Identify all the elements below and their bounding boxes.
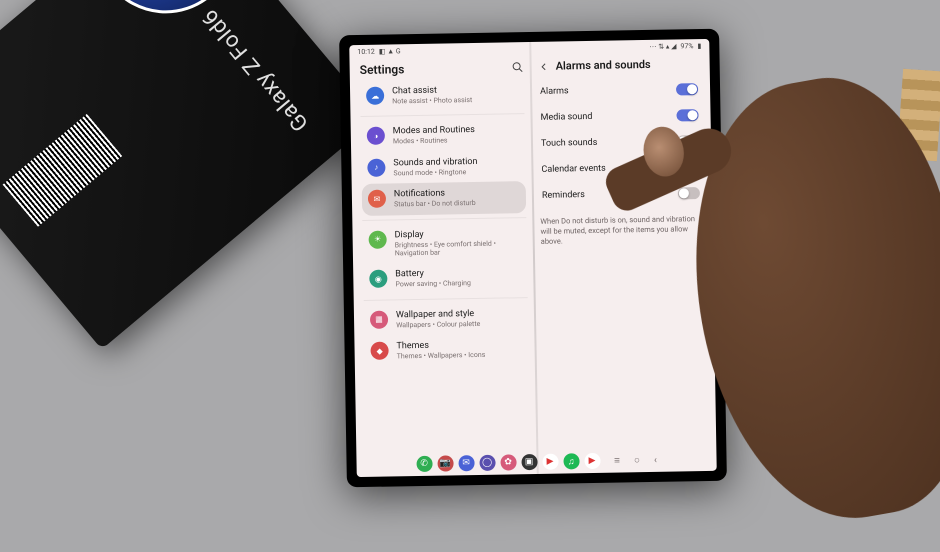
- toggle-switch[interactable]: [678, 187, 700, 199]
- battery-icon: ▮: [697, 42, 701, 50]
- settings-item-modes-and-routines[interactable]: ◑ Modes and Routines Modes • Routines: [361, 119, 526, 153]
- barcode: [3, 114, 123, 227]
- detail-title: Alarms and sounds: [556, 58, 651, 73]
- settings-item-display[interactable]: ☀ Display Brightness • Eye comfort shiel…: [362, 222, 527, 265]
- settings-pane: Settings ☁ Chat assist Note assist • Pho…: [350, 56, 537, 453]
- back-icon[interactable]: [538, 60, 550, 72]
- product-box: Galaxy Z Fold6: [0, 0, 378, 349]
- tablet-frame: 10:12 ◧ ▲ G ⋯ ⇅ ▴ ◢ 97% ▮ Settings ☁: [339, 29, 727, 488]
- product-brand-text: Galaxy Z Fold6: [197, 4, 313, 136]
- clock: 10:12: [357, 48, 375, 56]
- settings-item-icon: ✉: [368, 190, 386, 208]
- search-icon[interactable]: [512, 61, 524, 73]
- nav-home[interactable]: ○: [634, 455, 640, 466]
- settings-item-sounds-and-vibration[interactable]: ♪ Sounds and vibration Sound mode • Ring…: [361, 150, 526, 184]
- settings-item-title: Battery: [395, 268, 471, 279]
- settings-item-title: Notifications: [394, 188, 476, 199]
- status-icons-right: ⋯ ⇅ ▴ ◢: [649, 42, 676, 50]
- toggle-label: Alarms: [540, 86, 569, 96]
- settings-item-icon: ◆: [370, 342, 388, 360]
- helper-text: When Do not disturb is on, sound and vib…: [540, 214, 703, 247]
- chat-assist-icon: ☁: [366, 87, 384, 105]
- toggle-label: Touch sounds: [541, 138, 598, 149]
- settings-item-notifications[interactable]: ✉ Notifications Status bar • Do not dist…: [362, 181, 527, 215]
- settings-item-title: Themes: [396, 340, 485, 352]
- battery-pct: 97%: [680, 42, 693, 50]
- toggle-switch[interactable]: [676, 83, 698, 95]
- settings-item-chat-assist[interactable]: ☁ Chat assist Note assist • Photo assist: [360, 78, 525, 112]
- settings-item-icon: ♪: [367, 158, 385, 176]
- detail-pane: Alarms and sounds Alarms Media sound Tou…: [529, 53, 716, 450]
- screen: 10:12 ◧ ▲ G ⋯ ⇅ ▴ ◢ 97% ▮ Settings ☁: [349, 39, 716, 477]
- chat-assist-subtitle: Note assist • Photo assist: [392, 96, 472, 106]
- toggle-row-media-sound[interactable]: Media sound: [538, 102, 700, 131]
- settings-item-title: Modes and Routines: [393, 125, 475, 136]
- dock-app-play[interactable]: ▶: [584, 453, 600, 469]
- settings-item-icon: ◑: [367, 127, 385, 145]
- toggle-label: Media sound: [540, 112, 592, 123]
- settings-item-subtitle: Brightness • Eye comfort shield • Naviga…: [395, 239, 521, 258]
- dock-app-camera[interactable]: 📷: [437, 455, 453, 471]
- dock-app-messages[interactable]: ✉: [458, 455, 474, 471]
- settings-item-title: Wallpaper and style: [396, 309, 480, 320]
- settings-item-subtitle: Wallpapers • Colour palette: [396, 320, 480, 330]
- status-icons-left: ◧ ▲ G: [379, 47, 401, 55]
- chat-assist-title: Chat assist: [392, 85, 472, 96]
- settings-item-themes[interactable]: ◆ Themes Themes • Wallpapers • Icons: [364, 333, 529, 367]
- settings-item-title: Sounds and vibration: [393, 157, 477, 168]
- settings-item-subtitle: Themes • Wallpapers • Icons: [397, 351, 486, 361]
- settings-title: Settings: [360, 62, 405, 77]
- dock-app-internet[interactable]: ◯: [479, 455, 495, 471]
- divider: [361, 114, 525, 118]
- toggle-switch[interactable]: [676, 109, 698, 121]
- settings-item-battery[interactable]: ◉ Battery Power saving • Charging: [363, 261, 528, 295]
- dock-app-spotify[interactable]: ♫: [563, 453, 579, 469]
- dock-app-store[interactable]: ▣: [521, 454, 537, 470]
- settings-item-subtitle: Sound mode • Ringtone: [393, 168, 477, 178]
- divider: [362, 217, 526, 221]
- dock-app-phone[interactable]: ✆: [416, 456, 432, 472]
- nav-recent[interactable]: ≡: [614, 455, 620, 466]
- dock-app-youtube[interactable]: ▶: [542, 454, 558, 470]
- toggle-label: Calendar events: [541, 164, 605, 175]
- toggle-label: Reminders: [542, 190, 585, 201]
- settings-item-icon: ▦: [370, 310, 388, 328]
- settings-item-subtitle: Status bar • Do not disturb: [394, 199, 476, 209]
- dock-app-gallery[interactable]: ✿: [500, 454, 516, 470]
- toggle-row-alarms[interactable]: Alarms: [538, 76, 700, 105]
- settings-item-wallpaper-and-style[interactable]: ▦ Wallpaper and style Wallpapers • Colou…: [364, 302, 529, 336]
- settings-item-icon: ☀: [368, 230, 386, 248]
- settings-item-subtitle: Power saving • Charging: [395, 279, 471, 289]
- nav-back[interactable]: ‹: [654, 454, 657, 465]
- settings-item-subtitle: Modes • Routines: [393, 136, 475, 146]
- settings-item-icon: ◉: [369, 270, 387, 288]
- divider: [364, 297, 528, 301]
